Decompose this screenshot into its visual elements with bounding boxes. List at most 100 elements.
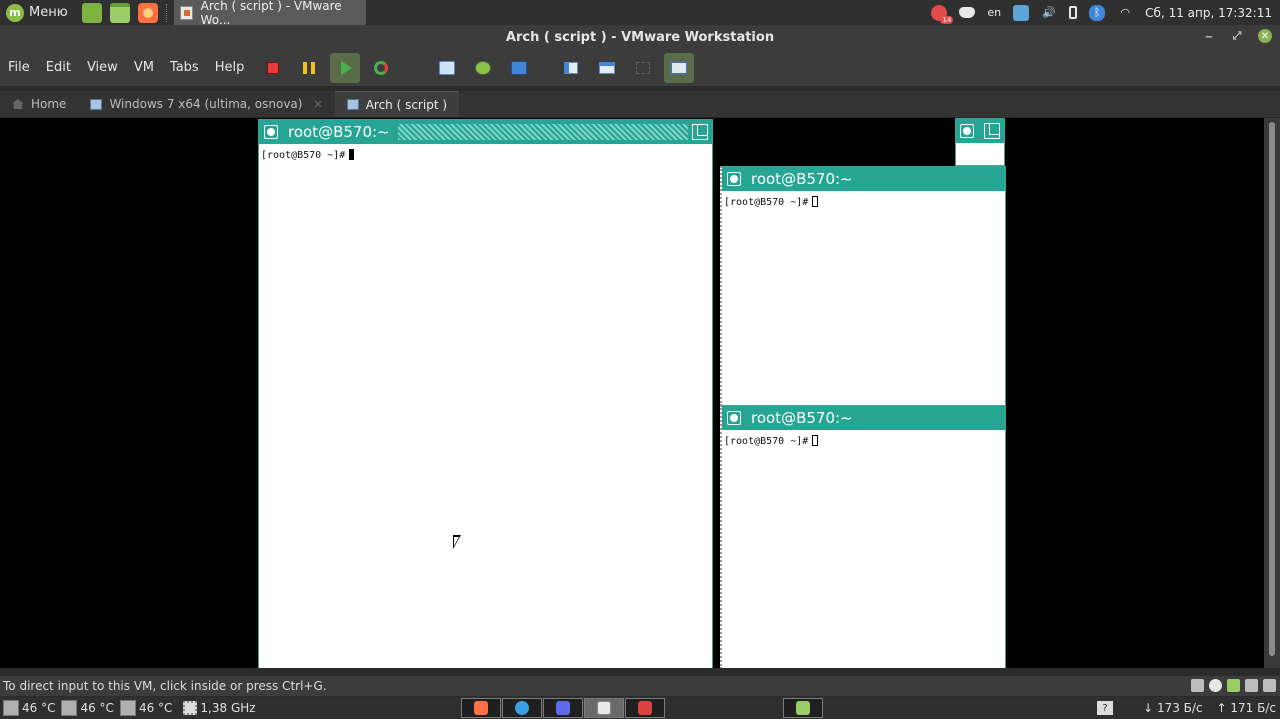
- tab-bar: Home Windows 7 x64 (ultima, osnova) ✕ Ar…: [0, 91, 1280, 118]
- terminal-window-main[interactable]: root@B570:~ [root@B570 ~]#: [258, 119, 713, 668]
- tab-arch-script[interactable]: Arch ( script ): [334, 91, 460, 117]
- wifi-icon[interactable]: ◠: [1117, 5, 1133, 21]
- discord-icon: [556, 701, 570, 715]
- keyboard-layout-indicator[interactable]: en: [987, 6, 1001, 19]
- bluetooth-icon[interactable]: ᛒ: [1089, 4, 1106, 21]
- show-thumbnails-button[interactable]: [592, 53, 622, 83]
- terminal-title: root@B570:~: [288, 123, 390, 141]
- vertical-scrollbar[interactable]: [1264, 118, 1280, 668]
- firefox-launcher-icon[interactable]: [137, 2, 158, 23]
- telegram-tray-icon[interactable]: 14: [931, 4, 954, 24]
- terminal-titlebar[interactable]: root@B570:~: [722, 406, 1005, 430]
- tab-windows7[interactable]: Windows 7 x64 (ultima, osnova) ✕: [78, 91, 334, 117]
- download-speed: 173 Б/с: [1156, 701, 1203, 715]
- vm-icon: [346, 99, 359, 110]
- system-tray: 14 en 🔊 ᛒ ◠ Сб, 11 апр, 17:32:11: [931, 0, 1280, 25]
- cpu-icon: [183, 701, 198, 715]
- terminal-cursor: [349, 149, 355, 160]
- terminal-prompt: [root@B570 ~]#: [724, 197, 809, 208]
- taskbar-firefox[interactable]: [461, 698, 501, 718]
- minimize-button[interactable]: ‒: [1202, 29, 1216, 43]
- temperature-sensor[interactable]: 46 °C: [3, 700, 55, 716]
- unity-button[interactable]: [664, 53, 695, 83]
- terminal-titlebar[interactable]: root@B570:~: [259, 120, 712, 144]
- network-adapter-icon[interactable]: [1227, 679, 1240, 692]
- menu-help[interactable]: Help: [207, 50, 253, 86]
- full-screen-button[interactable]: [628, 53, 658, 83]
- toolbar: [258, 53, 695, 83]
- temperature-sensor[interactable]: 46 °C: [119, 700, 173, 716]
- menu-edit[interactable]: Edit: [38, 50, 79, 86]
- terminal-body[interactable]: [root@B570 ~]#: [722, 191, 1005, 213]
- terminal-menu-icon[interactable]: [727, 172, 741, 186]
- cpu-frequency[interactable]: 1,38 GHz: [183, 701, 256, 715]
- menu-file[interactable]: File: [0, 50, 38, 86]
- taskbar-discord[interactable]: [543, 698, 583, 718]
- files-launcher-icon[interactable]: [109, 2, 130, 23]
- revert-snapshot-button[interactable]: [468, 53, 498, 83]
- maximize-button[interactable]: ⤢: [1230, 29, 1244, 43]
- sound-card-icon[interactable]: [1263, 679, 1276, 692]
- usb-device-icon[interactable]: [1245, 679, 1258, 692]
- close-button[interactable]: ✕: [1258, 29, 1272, 43]
- linux-mint-logo-icon: m: [6, 3, 24, 22]
- temperature-sensor[interactable]: 46 °C: [61, 700, 114, 716]
- taskbar-app[interactable]: [625, 698, 665, 718]
- taskbar-telegram[interactable]: [502, 698, 542, 718]
- thermometer-icon: [61, 700, 78, 716]
- terminal-window-mini[interactable]: [955, 118, 1005, 166]
- terminal-titlebar[interactable]: root@B570:~: [722, 167, 1005, 191]
- tab-close-icon[interactable]: ✕: [313, 98, 322, 111]
- telegram-icon: [515, 701, 529, 715]
- home-icon: [12, 99, 24, 109]
- terminal-launcher-icon[interactable]: [81, 2, 102, 23]
- maximize-icon[interactable]: [984, 123, 1000, 139]
- stop-icon: [267, 62, 280, 74]
- power-on-button[interactable]: [330, 53, 361, 83]
- power-off-button[interactable]: [258, 53, 288, 83]
- show-library-button[interactable]: [556, 53, 586, 83]
- terminal-menu-icon[interactable]: [264, 125, 278, 139]
- discord-tray-icon[interactable]: [959, 5, 975, 21]
- taskbar-vmware[interactable]: [584, 698, 624, 718]
- menu-view[interactable]: View: [79, 50, 126, 86]
- terminal-titlebar[interactable]: [956, 119, 1004, 143]
- network-tray-icon[interactable]: [1013, 4, 1030, 21]
- workspace-files[interactable]: [783, 698, 823, 718]
- terminal-menu-icon[interactable]: [960, 124, 974, 138]
- suspend-button[interactable]: [294, 53, 324, 83]
- menu-vm[interactable]: VM: [126, 50, 162, 86]
- hard-disk-icon[interactable]: [1191, 679, 1204, 692]
- terminal-body[interactable]: [root@B570 ~]#: [259, 144, 712, 166]
- menu-tabs[interactable]: Tabs: [162, 50, 207, 86]
- scrollbar-thumb[interactable]: [1269, 122, 1275, 656]
- terminal-body[interactable]: [root@B570 ~]#: [722, 430, 1005, 452]
- main-menu-button[interactable]: m Меню: [0, 0, 74, 25]
- volume-icon[interactable]: 🔊: [1041, 5, 1057, 21]
- firefox-icon: [474, 701, 488, 715]
- reset-button[interactable]: [366, 53, 396, 83]
- window-titlebar[interactable]: Arch ( script ) - VMware Workstation ‒ ⤢…: [0, 25, 1280, 50]
- terminal-window-top-right[interactable]: root@B570:~ [root@B570 ~]#: [720, 166, 1006, 406]
- maximize-icon[interactable]: [692, 124, 708, 140]
- main-menu-label: Меню: [29, 5, 68, 20]
- clock[interactable]: Сб, 11 апр, 17:32:11: [1145, 6, 1272, 20]
- terminal-cursor: [812, 435, 819, 446]
- temperature-value: 46 °C: [138, 701, 173, 715]
- vm-console[interactable]: root@B570:~ [root@B570 ~]# root@B570:~ […: [0, 118, 1264, 668]
- terminal-menu-icon[interactable]: [727, 411, 741, 425]
- pause-icon: [303, 62, 316, 74]
- cd-dvd-icon[interactable]: [1209, 679, 1222, 692]
- net-upload: ↑ 171 Б/с: [1216, 701, 1276, 715]
- tab-label: Home: [31, 97, 67, 111]
- thermometer-icon: [3, 700, 19, 716]
- snapshot-manager-button[interactable]: [504, 53, 534, 83]
- taskbar-item-vmware[interactable]: Arch ( script ) - VMware Wo...: [173, 0, 366, 27]
- help-icon[interactable]: ?: [1097, 701, 1114, 715]
- take-snapshot-button[interactable]: [432, 53, 462, 83]
- tab-home[interactable]: Home: [0, 91, 78, 117]
- battery-icon[interactable]: [1069, 6, 1078, 19]
- terminal-prompt: [root@B570 ~]#: [724, 436, 809, 447]
- terminal-window-bottom-right[interactable]: root@B570:~ [root@B570 ~]#: [720, 405, 1006, 668]
- tab-label: Windows 7 x64 (ultima, osnova): [109, 97, 303, 111]
